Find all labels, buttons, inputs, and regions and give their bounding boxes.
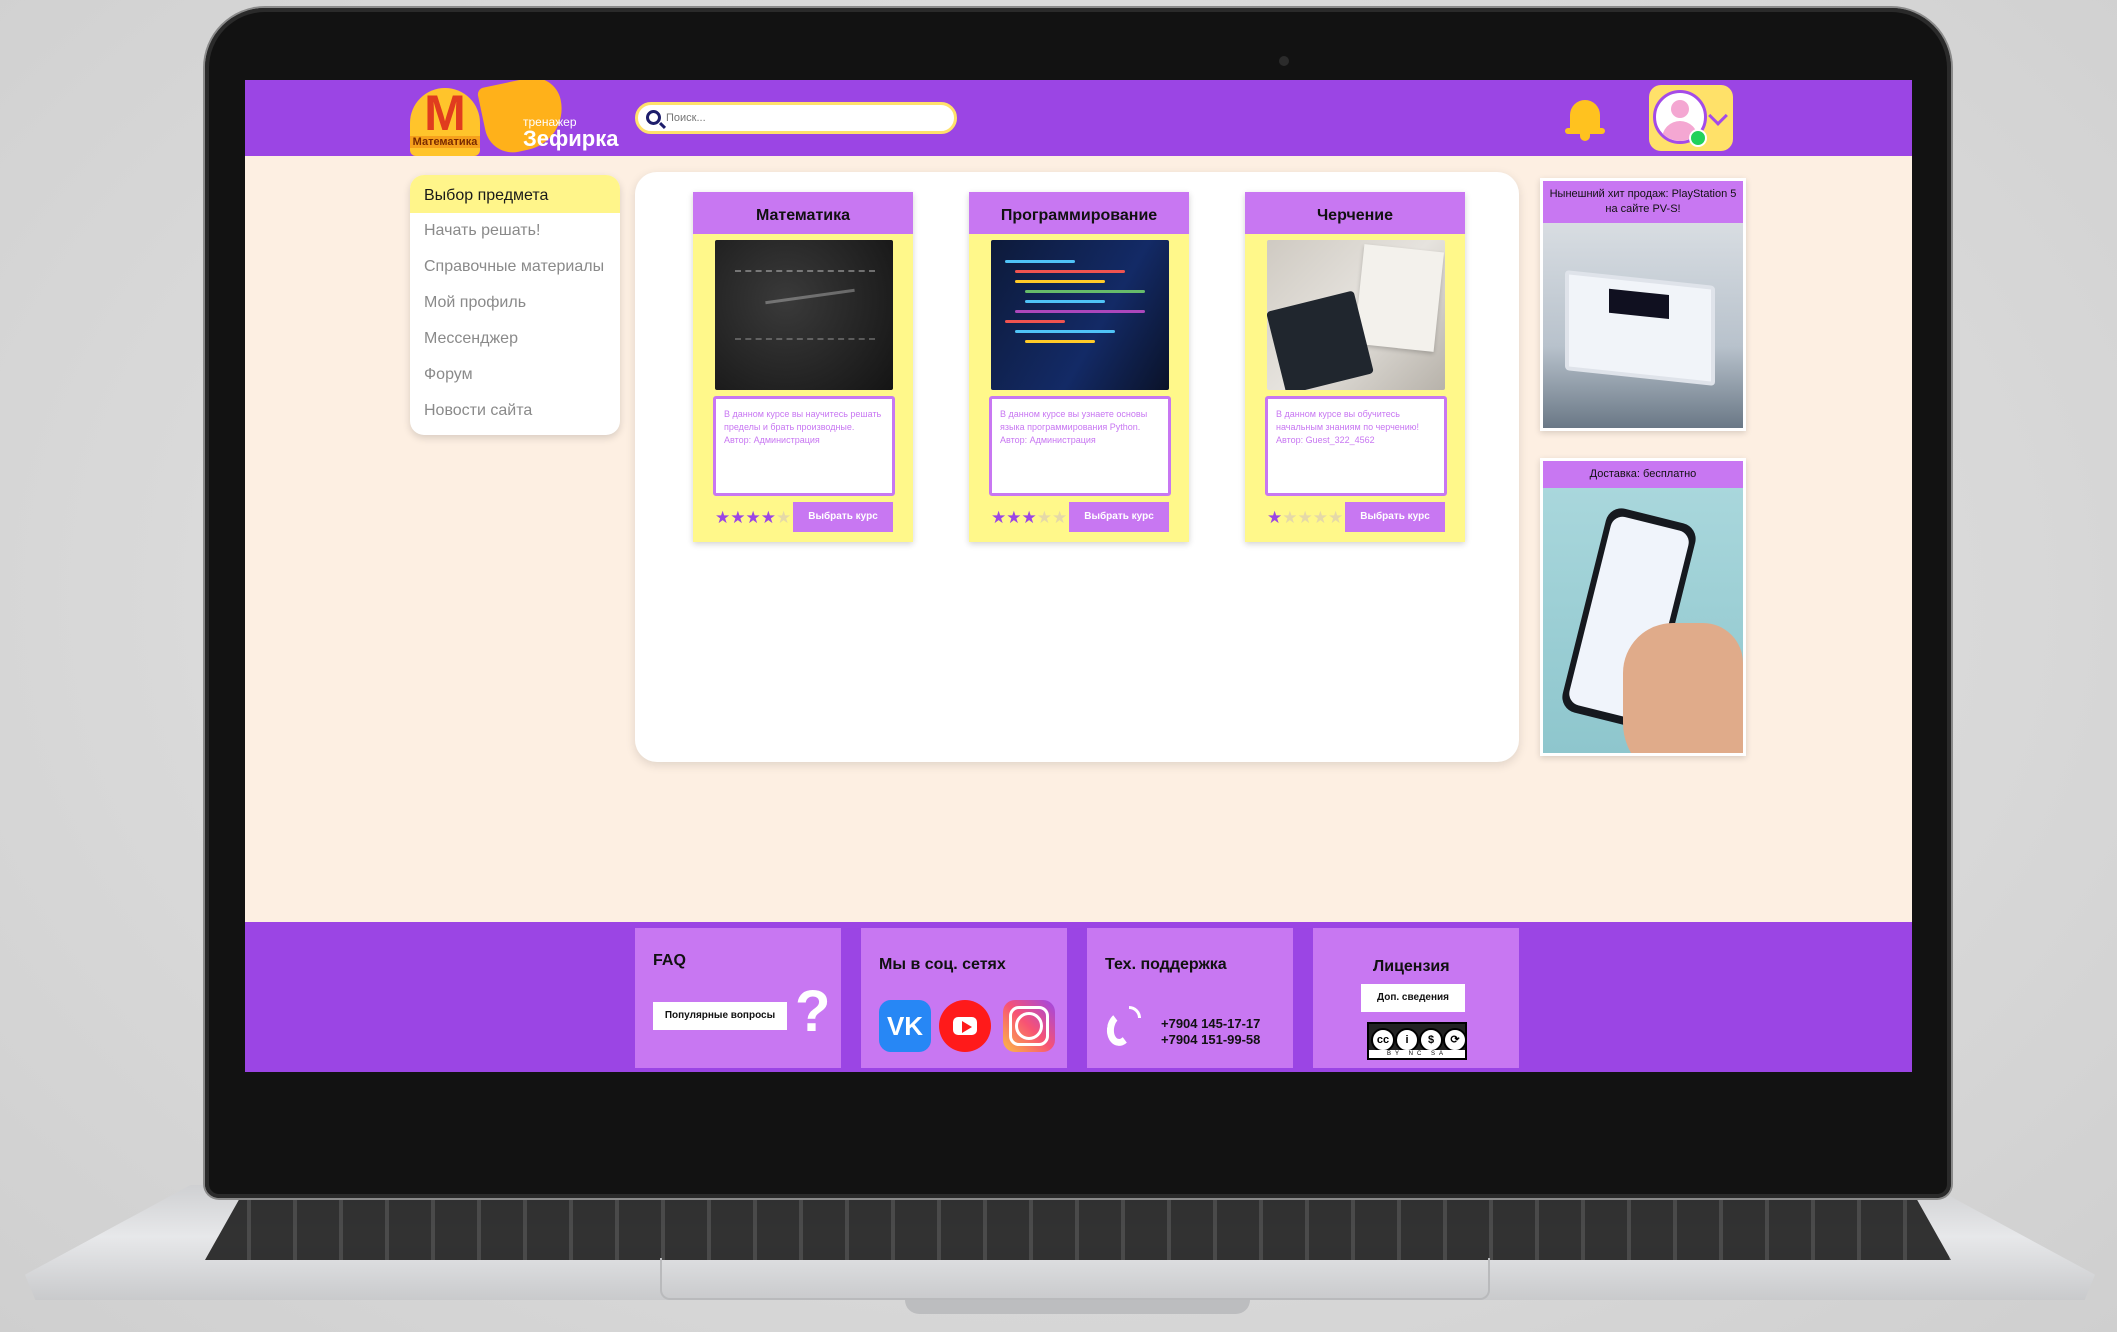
creative-commons-icon: cc i $ ⟳ BY NC SA bbox=[1367, 1022, 1467, 1060]
rating-stars-filled: ★★★★ bbox=[715, 508, 776, 527]
ad-banner-playstation[interactable]: Нынешний хит продаж: PlayStation 5 на са… bbox=[1540, 178, 1746, 431]
sidebar-item-start-solving[interactable]: Начать решать! bbox=[410, 213, 620, 249]
ad-image-laptop bbox=[1543, 223, 1743, 428]
course-card-drafting[interactable]: Черчение В данном курсе вы обучитесь нач… bbox=[1245, 192, 1465, 542]
youtube-icon[interactable] bbox=[939, 1000, 991, 1052]
support-phone-1[interactable]: +7904 145-17-17 bbox=[1161, 1016, 1260, 1032]
phone-icon bbox=[1104, 1006, 1141, 1048]
footer-support: Тех. поддержка +7904 145-17-17 +7904 151… bbox=[1087, 928, 1293, 1068]
support-title: Тех. поддержка bbox=[1105, 956, 1227, 973]
course-description-text: В данном курсе вы научитесь решать преде… bbox=[724, 409, 882, 432]
rating-stars: ★★★★★ bbox=[991, 508, 1067, 528]
ad-title: Доставка: бесплатно bbox=[1543, 461, 1743, 488]
search-input[interactable] bbox=[666, 107, 946, 129]
course-author: Автор: Guest_322_4562 bbox=[1276, 435, 1375, 445]
sidebar-item-reference[interactable]: Справочные материалы bbox=[410, 249, 620, 285]
logo-icon[interactable]: M Математика bbox=[410, 88, 480, 156]
license-title: Лицензия bbox=[1373, 958, 1450, 975]
rating-stars-empty: ★★★★ bbox=[1282, 508, 1344, 527]
question-mark-icon: ? bbox=[795, 979, 831, 1044]
more-info-button[interactable]: Доп. сведения bbox=[1361, 984, 1465, 1012]
course-description: В данном курсе вы научитесь решать преде… bbox=[713, 396, 895, 496]
course-title: Математика bbox=[693, 192, 913, 234]
sidebar-item-forum[interactable]: Форум bbox=[410, 357, 620, 393]
ad-image-phone bbox=[1543, 488, 1743, 753]
rating-stars-empty: ★★ bbox=[1036, 508, 1068, 527]
course-image-drafting-table bbox=[1267, 240, 1445, 390]
laptop-notch bbox=[905, 1300, 1250, 1314]
app-screen: M Математика тренажер Зефирка Выбор пред… bbox=[245, 80, 1912, 1072]
choose-course-button[interactable]: Выбрать курс bbox=[793, 502, 893, 532]
vk-icon[interactable]: VK bbox=[879, 1000, 931, 1052]
rating-stars: ★★★★★ bbox=[1267, 508, 1343, 528]
camera-icon bbox=[1279, 56, 1289, 66]
choose-course-button[interactable]: Выбрать курс bbox=[1345, 502, 1445, 532]
ad-banner-delivery[interactable]: Доставка: бесплатно bbox=[1540, 458, 1746, 756]
laptop-keyboard bbox=[205, 1198, 1951, 1260]
rating-stars-empty: ★ bbox=[775, 508, 792, 527]
popular-questions-button[interactable]: Популярные вопросы bbox=[653, 1002, 787, 1030]
course-card-programming[interactable]: Программирование В данном курсе вы узнае… bbox=[969, 192, 1189, 542]
course-description-text: В данном курсе вы обучитесь начальным зн… bbox=[1276, 409, 1420, 432]
profile-menu-button[interactable] bbox=[1649, 85, 1733, 151]
course-description-text: В данном курсе вы узнаете основы языка п… bbox=[1000, 409, 1148, 432]
search-bar[interactable] bbox=[635, 102, 957, 134]
course-image-code-screen bbox=[991, 240, 1169, 390]
sidebar-item-choose-subject[interactable]: Выбор предмета bbox=[410, 175, 620, 213]
course-author: Автор: Администрация bbox=[724, 435, 820, 445]
course-title: Черчение bbox=[1245, 192, 1465, 234]
bell-icon[interactable] bbox=[1565, 96, 1605, 142]
support-phones: +7904 145-17-17 +7904 151-99-58 bbox=[1161, 1016, 1260, 1048]
brand-name[interactable]: тренажер Зефирка bbox=[523, 116, 618, 150]
rating-stars-filled: ★★★ bbox=[991, 508, 1037, 527]
footer-license: Лицензия Доп. сведения cc i $ ⟳ BY NC SA bbox=[1313, 928, 1519, 1068]
ad-title: Нынешний хит продаж: PlayStation 5 на са… bbox=[1543, 181, 1743, 223]
sidebar-menu: Выбор предмета Начать решать! Справочные… bbox=[410, 175, 620, 435]
instagram-icon[interactable] bbox=[1003, 1000, 1055, 1052]
support-phone-2[interactable]: +7904 151-99-58 bbox=[1161, 1032, 1260, 1048]
rating-stars: ★★★★★ bbox=[715, 508, 791, 528]
footer: FAQ Популярные вопросы ? Мы в соц. сетях… bbox=[245, 922, 1912, 1072]
top-bar: M Математика тренажер Зефирка bbox=[245, 80, 1912, 158]
sidebar-item-news[interactable]: Новости сайта bbox=[410, 393, 620, 429]
footer-social: Мы в соц. сетях VK bbox=[861, 928, 1067, 1068]
laptop-trackpad bbox=[660, 1258, 1490, 1300]
search-icon[interactable] bbox=[646, 110, 661, 125]
courses-panel: Математика В данном курсе вы научитесь р… bbox=[635, 172, 1519, 762]
course-card-math[interactable]: Математика В данном курсе вы научитесь р… bbox=[693, 192, 913, 542]
sidebar-item-messenger[interactable]: Мессенджер bbox=[410, 321, 620, 357]
cc-labels: BY NC SA bbox=[1369, 1050, 1465, 1058]
footer-faq: FAQ Популярные вопросы ? bbox=[635, 928, 841, 1068]
course-description: В данном курсе вы обучитесь начальным зн… bbox=[1265, 396, 1447, 496]
rating-stars-filled: ★ bbox=[1267, 508, 1283, 527]
course-image-chalkboard bbox=[715, 240, 893, 390]
choose-course-button[interactable]: Выбрать курс bbox=[1069, 502, 1169, 532]
logo-caption: Математика bbox=[410, 136, 480, 148]
logo-letter: M bbox=[424, 85, 466, 141]
online-status-icon bbox=[1689, 129, 1707, 147]
social-title: Мы в соц. сетях bbox=[879, 956, 1006, 973]
sidebar-item-profile[interactable]: Мой профиль bbox=[410, 285, 620, 321]
course-description: В данном курсе вы узнаете основы языка п… bbox=[989, 396, 1171, 496]
course-title: Программирование bbox=[969, 192, 1189, 234]
faq-title: FAQ bbox=[653, 952, 686, 969]
course-author: Автор: Администрация bbox=[1000, 435, 1096, 445]
brand-title: Зефирка bbox=[523, 126, 619, 151]
chevron-down-icon[interactable] bbox=[1708, 106, 1728, 126]
